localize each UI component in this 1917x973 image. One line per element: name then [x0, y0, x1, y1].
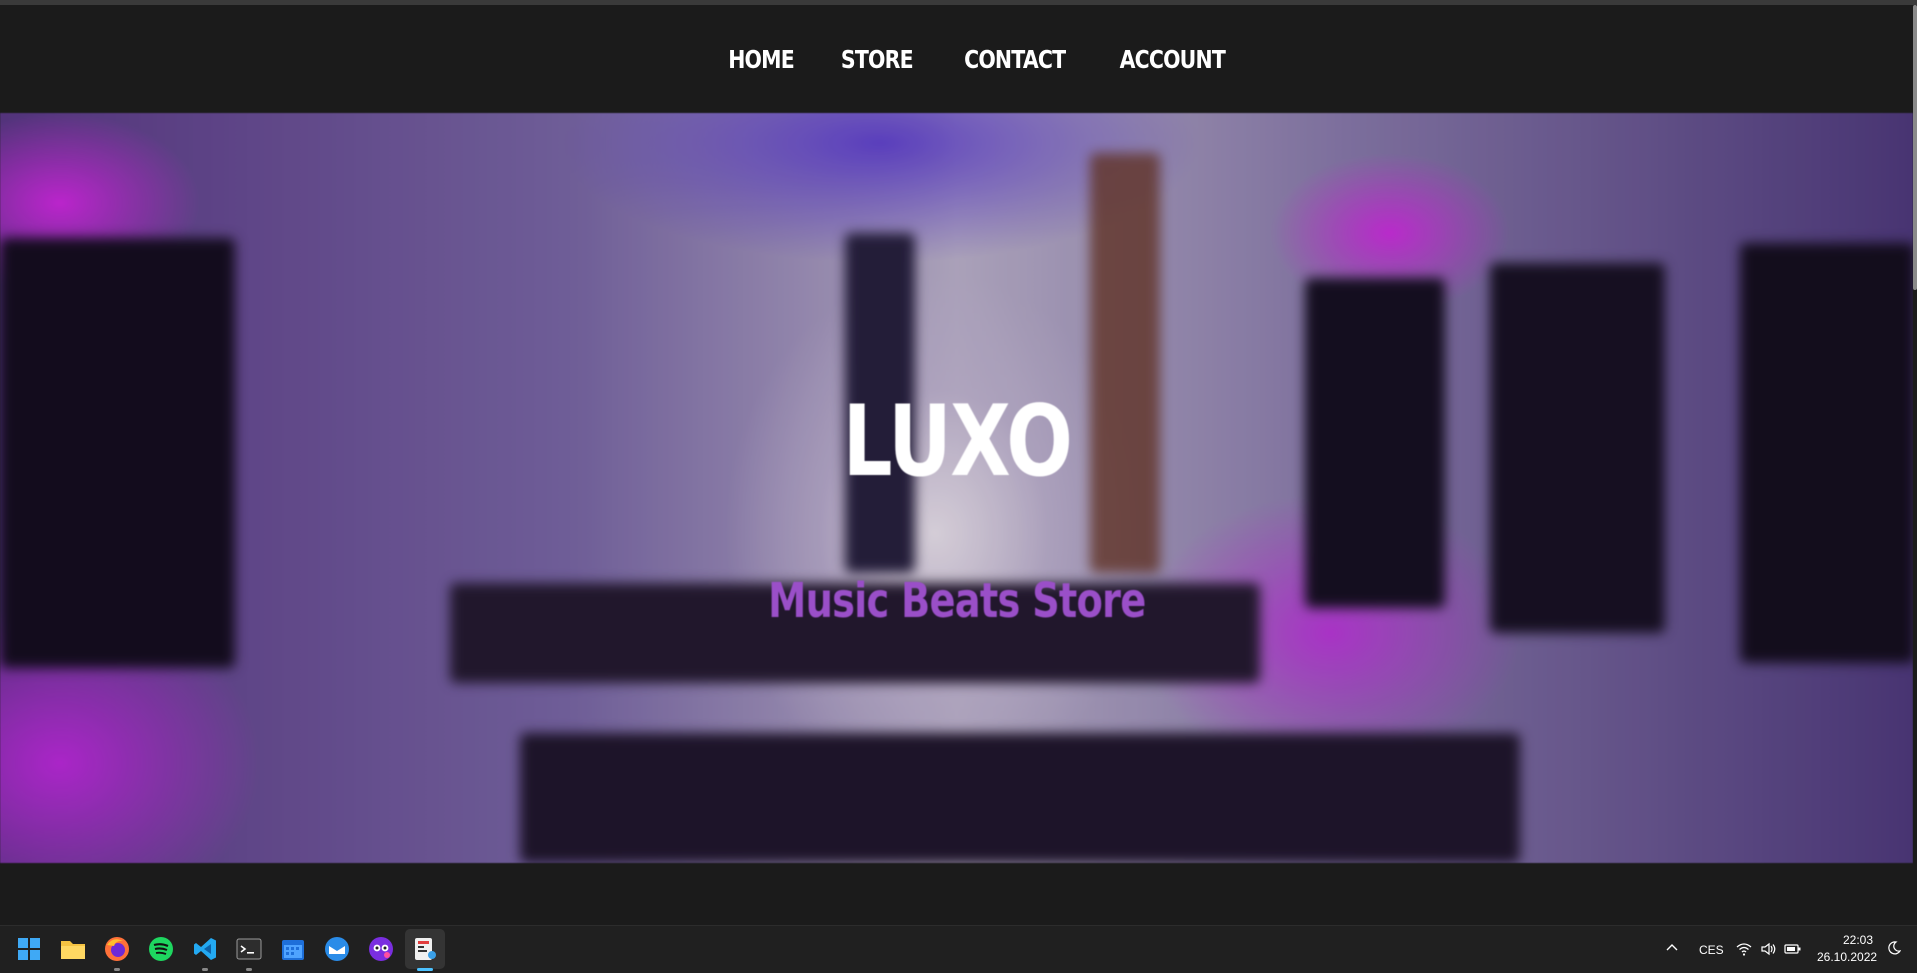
hero-subtitle-text: Music Beats Store: [767, 573, 1146, 629]
paint-app-icon[interactable]: [411, 935, 439, 963]
tray-overflow-chevron-icon[interactable]: [1664, 941, 1680, 957]
page-scrollbar-thumb[interactable]: [1913, 5, 1917, 290]
calendar-icon[interactable]: [279, 935, 307, 963]
nav-link-home[interactable]: HOME: [728, 45, 795, 74]
battery-icon[interactable]: [1784, 941, 1801, 957]
mail-icon[interactable]: [323, 935, 351, 963]
volume-icon[interactable]: [1760, 941, 1776, 957]
hero-section: LUXO Music Beats Store: [0, 113, 1913, 863]
terminal-running-indicator: [246, 968, 252, 971]
wifi-icon[interactable]: [1736, 941, 1752, 957]
paint-app-running-indicator: [417, 968, 433, 971]
nav-link-contact[interactable]: CONTACT: [964, 45, 1066, 74]
nav-link-account[interactable]: ACCOUNT: [1120, 45, 1226, 74]
mask-app-icon[interactable]: [367, 935, 395, 963]
tray-date[interactable]: 26.10.2022: [1817, 950, 1877, 964]
nav-link-store[interactable]: STORE: [841, 45, 914, 74]
vscode-icon[interactable]: [191, 935, 219, 963]
hero-title: LUXO: [0, 385, 1913, 499]
nav-links: HOME STORE CONTACT ACCOUNT: [721, 45, 1237, 74]
vscode-running-indicator: [202, 968, 208, 971]
terminal-icon[interactable]: [235, 935, 263, 963]
file-explorer-icon[interactable]: [59, 935, 87, 963]
hero-subtitle: Music Beats Store: [0, 573, 1913, 629]
tray-time[interactable]: 22:03: [1843, 933, 1873, 947]
firefox-running-indicator: [114, 968, 120, 971]
spotify-icon[interactable]: [147, 935, 175, 963]
tray-language[interactable]: CES: [1699, 943, 1724, 957]
focus-moon-icon[interactable]: [1886, 941, 1902, 957]
navbar: HOME STORE CONTACT ACCOUNT: [0, 5, 1913, 113]
start-icon[interactable]: [15, 935, 43, 963]
windows-taskbar: CES 22:03 26.10.2022: [0, 925, 1917, 973]
firefox-icon[interactable]: [103, 935, 131, 963]
hero-title-text: LUXO: [842, 385, 1072, 499]
